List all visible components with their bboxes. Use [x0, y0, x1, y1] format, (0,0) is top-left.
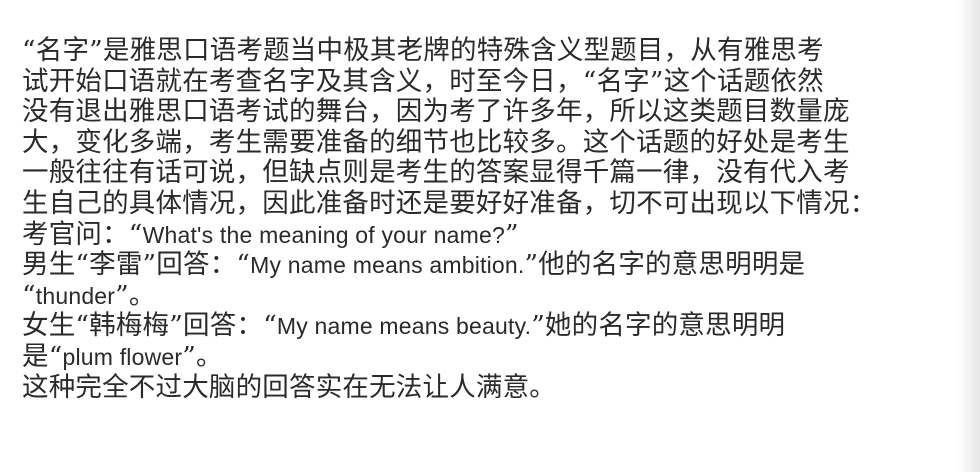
male-answer-line: 男生“李雷”回答：“My name means ambition.”他的名字的意… — [22, 249, 947, 281]
paragraph-line-3: 没有退出雅思口语考试的舞台，因为考了许多年，所以这类题目数量庞 — [22, 96, 850, 128]
male-answer-quote: My name means ambition. — [250, 252, 525, 279]
paragraph-line-5: 一般往往有话可说，但缺点则是考生的答案显得千篇一律，没有代入考 — [22, 157, 850, 189]
male-answer-line-2: “thunder”。 — [22, 279, 947, 312]
slide-page: “名字”是雅思口语考题当中极其老牌的特殊含义型题目，从有雅思考 试开始口语就在考… — [0, 0, 980, 472]
examiner-suffix: ” — [504, 218, 519, 250]
female-answer-line: 女生“韩梅梅”回答：“My name means beauty.”她的名字的意思… — [22, 311, 947, 342]
examiner-question: What's the meaning of your name? — [142, 221, 505, 248]
conclusion-line: 这种完全不过大脑的回答实在无法让人满意。 — [22, 371, 556, 403]
male-line2-prefix: “ — [22, 279, 36, 311]
article-text: “名字”是雅思口语考题当中极其老牌的特殊含义型题目，从有雅思考 试开始口语就在考… — [22, 35, 947, 403]
female-answer-prefix: 女生“韩梅梅”回答：“ — [22, 310, 277, 342]
examiner-question-line: 考官问：“What's the meaning of your name?” — [22, 218, 947, 251]
examiner-prefix: 考官问：“ — [22, 218, 143, 250]
paragraph-line-1: “名字”是雅思口语考题当中极其老牌的特殊含义型题目，从有雅思考 — [22, 35, 824, 66]
female-line2-suffix: ”。 — [182, 340, 223, 372]
male-answer-prefix: 男生“李雷”回答：“ — [22, 249, 251, 281]
paragraph-line-2: 试开始口语就在考查名字及其含义，时至今日，“名字”这个话题依然 — [22, 65, 824, 97]
male-line2-word: thunder — [35, 282, 116, 309]
male-answer-after: ”他的名字的意思明明是 — [524, 249, 806, 281]
paragraph-line-6: 生自己的具体情况，因此准备时还是要好好准备，切不可出现以下情况： — [22, 187, 877, 219]
paragraph-line-4: 大，变化多端，考生需要准备的细节也比较多。这个话题的好处是考生 — [22, 126, 850, 158]
male-line2-suffix: ”。 — [115, 279, 156, 311]
female-answer-after: ”她的名字的意思明明 — [531, 310, 786, 342]
female-line2-word: plum flower — [62, 343, 183, 370]
female-answer-quote: My name means beauty. — [276, 313, 532, 340]
female-line2-prefix: 是“ — [22, 340, 63, 372]
female-answer-line-2: 是“plum flower”。 — [22, 340, 947, 373]
slide-edge-shadow — [958, 0, 980, 472]
